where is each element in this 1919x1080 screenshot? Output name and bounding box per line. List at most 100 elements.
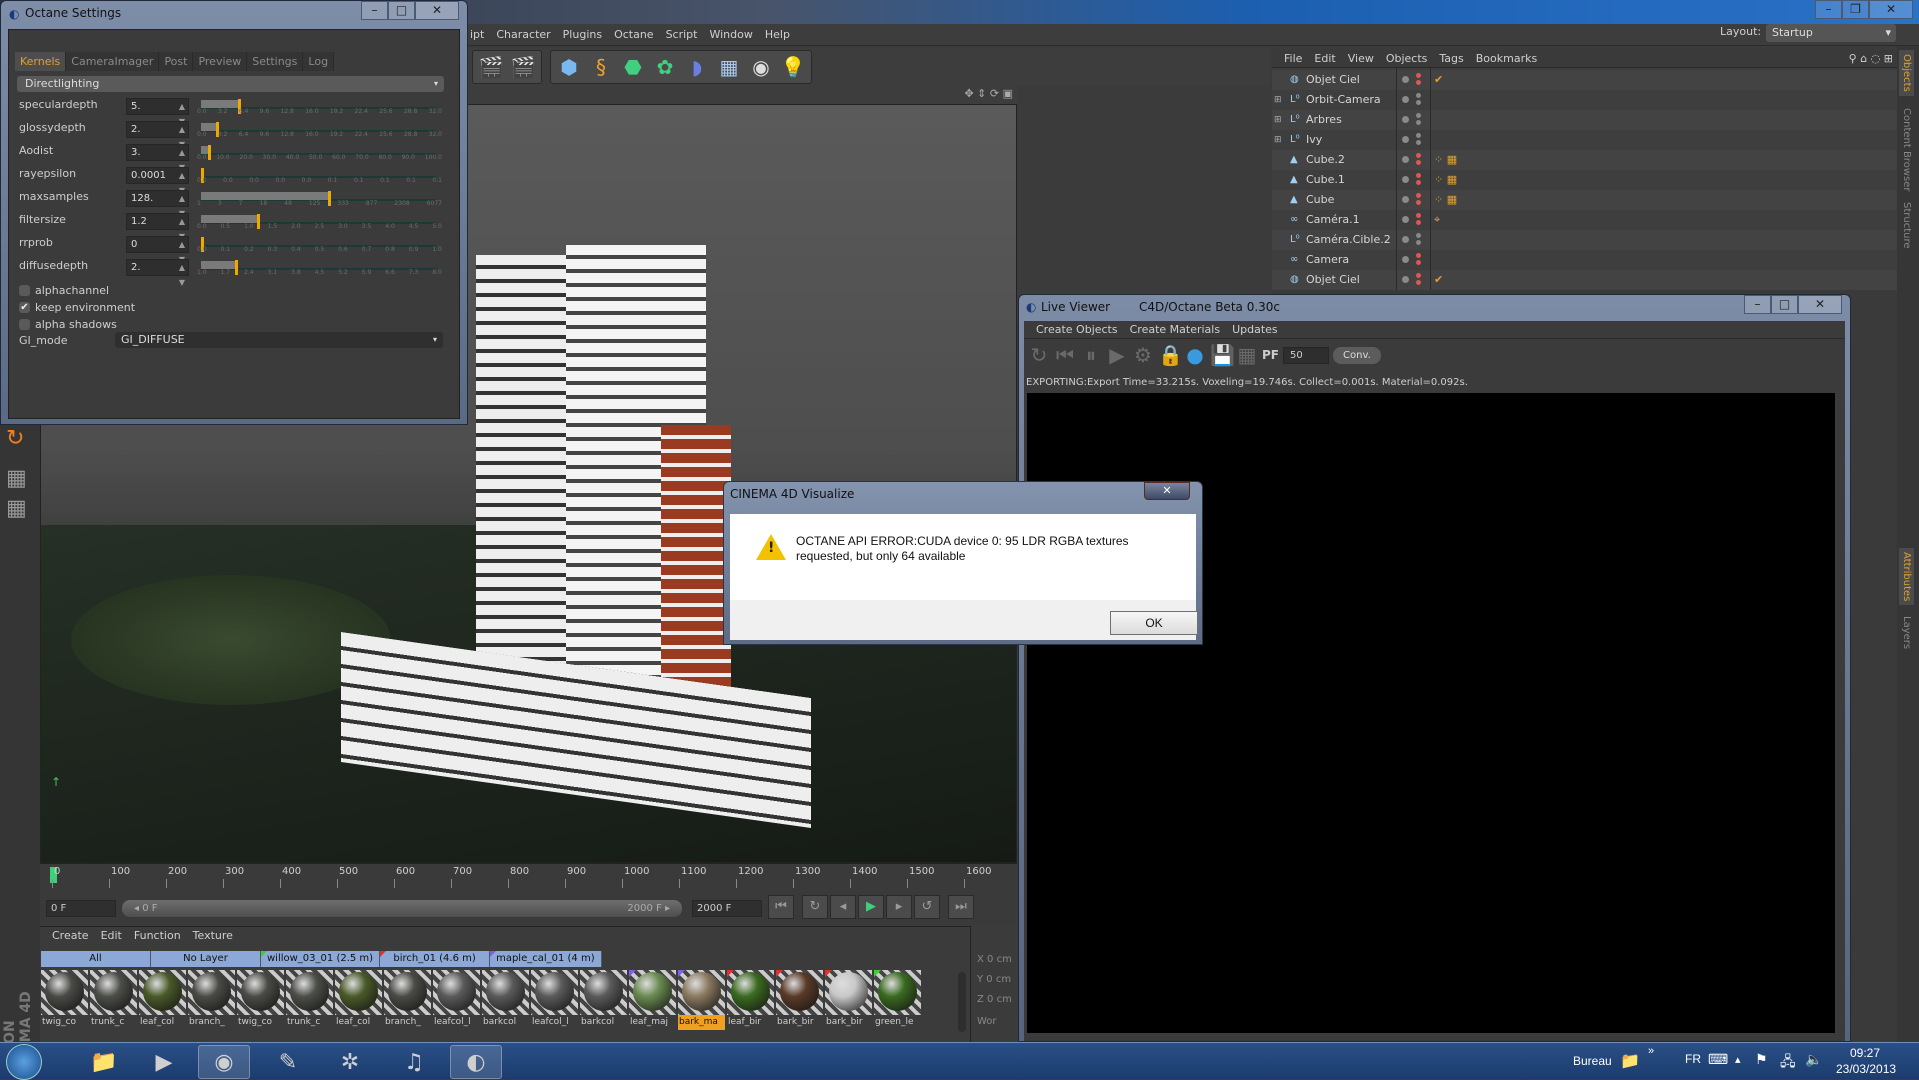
go-to-start-icon[interactable]: ⏮	[768, 895, 794, 919]
material-swatch[interactable]: barkcol	[482, 970, 529, 1030]
menu-item[interactable]: Script	[666, 28, 698, 41]
keyboard-icon[interactable]: ⌨	[1708, 1051, 1728, 1068]
side-tab-content-browser[interactable]: Content Browser	[1899, 104, 1914, 195]
om-menu-item[interactable]: Bookmarks	[1476, 52, 1537, 65]
object-tags[interactable]: ⁘ ▦	[1434, 170, 1457, 190]
param-slider[interactable]: 0.03.26.49.612.816.019.222.425.628.832.0	[201, 97, 443, 117]
material-swatch[interactable]: leafcol_l	[433, 970, 480, 1030]
material-swatch[interactable]: bark_bir	[776, 970, 823, 1030]
param-slider[interactable]: 0.00.00.00.00.00.10.10.10.10.1	[201, 166, 443, 186]
language-indicator[interactable]: FR	[1685, 1052, 1701, 1066]
coord-x[interactable]: X 0 cm	[977, 954, 1012, 965]
side-tab-structure[interactable]: Structure	[1899, 198, 1914, 253]
settings-tab[interactable]: CameraImager	[66, 52, 159, 71]
editor-render-dots[interactable]	[1416, 253, 1421, 267]
spline-icon[interactable]: §	[587, 53, 615, 81]
end-frame-field[interactable]: 2000 F	[692, 900, 762, 917]
object-name[interactable]: Caméra.1	[1306, 210, 1360, 230]
param-input[interactable]: 2.▲▼	[126, 121, 189, 138]
settings-tab[interactable]: Log	[303, 52, 334, 71]
material-swatch[interactable]: green_le	[874, 970, 921, 1030]
object-name[interactable]: Cube	[1306, 190, 1334, 210]
save-icon[interactable]: 💾	[1210, 343, 1232, 367]
close-button[interactable]: ✕	[415, 1, 459, 20]
stepper-icon[interactable]: ▲▼	[179, 260, 185, 290]
settings-tab[interactable]: Preview	[193, 52, 247, 71]
object-row[interactable]: L⁰ Caméra.Cible.2	[1272, 230, 1897, 250]
param-input[interactable]: 3.▲▼	[126, 144, 189, 161]
material-swatch[interactable]: leaf_col	[335, 970, 382, 1030]
material-swatch[interactable]: leaf_bir	[727, 970, 774, 1030]
lock-icon[interactable]: 🔒	[1158, 343, 1180, 367]
editor-render-dots[interactable]	[1416, 233, 1421, 247]
object-tags[interactable]: ✔	[1434, 70, 1443, 90]
array-icon[interactable]: ✿	[651, 53, 679, 81]
editor-render-dots[interactable]	[1416, 133, 1421, 147]
maximize-button[interactable]: □	[1771, 295, 1798, 314]
object-row[interactable]: ▲ Cube ⁘ ▦	[1272, 190, 1897, 210]
deformer-icon[interactable]: ◗	[683, 53, 711, 81]
close-button[interactable]: ✕	[1869, 0, 1913, 19]
object-row[interactable]: ▲ Cube.2 ⁘ ▦	[1272, 150, 1897, 170]
world-button[interactable]: Wor	[977, 1016, 997, 1027]
expand-icon[interactable]: ⊞	[1274, 130, 1282, 150]
om-menu-item[interactable]: View	[1348, 52, 1374, 65]
om-menu-item[interactable]: Tags	[1439, 52, 1463, 65]
menu-item[interactable]: Help	[765, 28, 790, 41]
object-row[interactable]: ◍ Objet Ciel ✔	[1272, 70, 1897, 90]
material-swatch[interactable]: trunk_c	[90, 970, 137, 1030]
editor-render-dots[interactable]	[1416, 73, 1421, 87]
object-tags[interactable]: ⁘ ▦	[1434, 190, 1457, 210]
step-forward-icon[interactable]: ▸	[886, 895, 912, 919]
material-swatch[interactable]: leaf_col	[139, 970, 186, 1030]
tool-app-icon[interactable]: ✲	[324, 1045, 376, 1079]
start-button[interactable]	[6, 1044, 42, 1080]
clock-time[interactable]: 09:27	[1850, 1046, 1880, 1060]
settings-tab[interactable]: Kernels	[15, 52, 66, 71]
layer-tab[interactable]: All	[41, 951, 151, 967]
object-row[interactable]: ∞ Camera	[1272, 250, 1897, 270]
object-name[interactable]: Camera	[1306, 250, 1349, 270]
param-input[interactable]: 0▲▼	[126, 236, 189, 253]
object-name[interactable]: Cube.2	[1306, 150, 1345, 170]
expand-toolbar-icon[interactable]: »	[1648, 1045, 1654, 1057]
layer-tab[interactable]: No Layer	[151, 951, 261, 967]
object-row[interactable]: ⊞ L⁰ Ivy	[1272, 130, 1897, 150]
checkbox-row[interactable]: alpha shadows	[19, 318, 117, 331]
object-name[interactable]: Orbit-Camera	[1306, 90, 1381, 110]
save-render-icon[interactable]: ▦	[1236, 343, 1258, 367]
minimize-button[interactable]: –	[361, 1, 388, 20]
camera-icon[interactable]: ◉	[747, 53, 775, 81]
clock-date[interactable]: 23/03/2013	[1836, 1062, 1896, 1076]
material-swatch[interactable]: trunk_c	[286, 970, 333, 1030]
coord-z[interactable]: Z 0 cm	[977, 994, 1012, 1005]
editor-render-dots[interactable]	[1416, 213, 1421, 227]
loop-forward-icon[interactable]: ↺	[914, 895, 940, 919]
kernel-select[interactable]: Directlighting▾	[17, 76, 444, 92]
step-back-icon[interactable]: ◂	[830, 895, 856, 919]
checkbox[interactable]	[19, 319, 30, 330]
texture-mode-icon[interactable]: ▦	[6, 466, 27, 491]
minimize-button[interactable]: –	[1744, 295, 1771, 314]
layer-tab[interactable]: maple_cal_01 (4 m)	[490, 951, 602, 967]
cinema4d-icon[interactable]: ◐	[450, 1045, 502, 1079]
bureau-toolbar[interactable]: Bureau	[1573, 1054, 1612, 1068]
object-row[interactable]: ◍ Objet Ciel ✔	[1272, 270, 1897, 290]
pause-icon[interactable]: ⏸	[1080, 343, 1102, 367]
show-hidden-icons[interactable]: ▴	[1735, 1053, 1741, 1066]
light-icon[interactable]: 💡	[779, 53, 807, 81]
tool-icon[interactable]: ↻	[6, 426, 24, 451]
object-name[interactable]: Caméra.Cible.2	[1306, 230, 1391, 250]
lv-menu-item[interactable]: Create Objects	[1036, 323, 1118, 336]
samples-field[interactable]: 50	[1283, 347, 1329, 364]
material-swatch[interactable]: leaf_maj	[629, 970, 676, 1030]
side-tab-attributes[interactable]: Attributes	[1899, 548, 1914, 605]
visibility-dot[interactable]	[1402, 136, 1409, 143]
param-slider[interactable]: 0.03.26.49.612.816.019.222.425.628.832.0	[201, 120, 443, 140]
loop-icon[interactable]: ↻	[802, 895, 828, 919]
visibility-dot[interactable]	[1402, 116, 1409, 123]
param-slider[interactable]: 1.01.72.43.13.84.55.25.96.67.38.0	[201, 258, 443, 278]
ok-button[interactable]: OK	[1110, 611, 1198, 635]
material-menu-item[interactable]: Edit	[101, 929, 122, 942]
floor-icon[interactable]: ▦	[715, 53, 743, 81]
